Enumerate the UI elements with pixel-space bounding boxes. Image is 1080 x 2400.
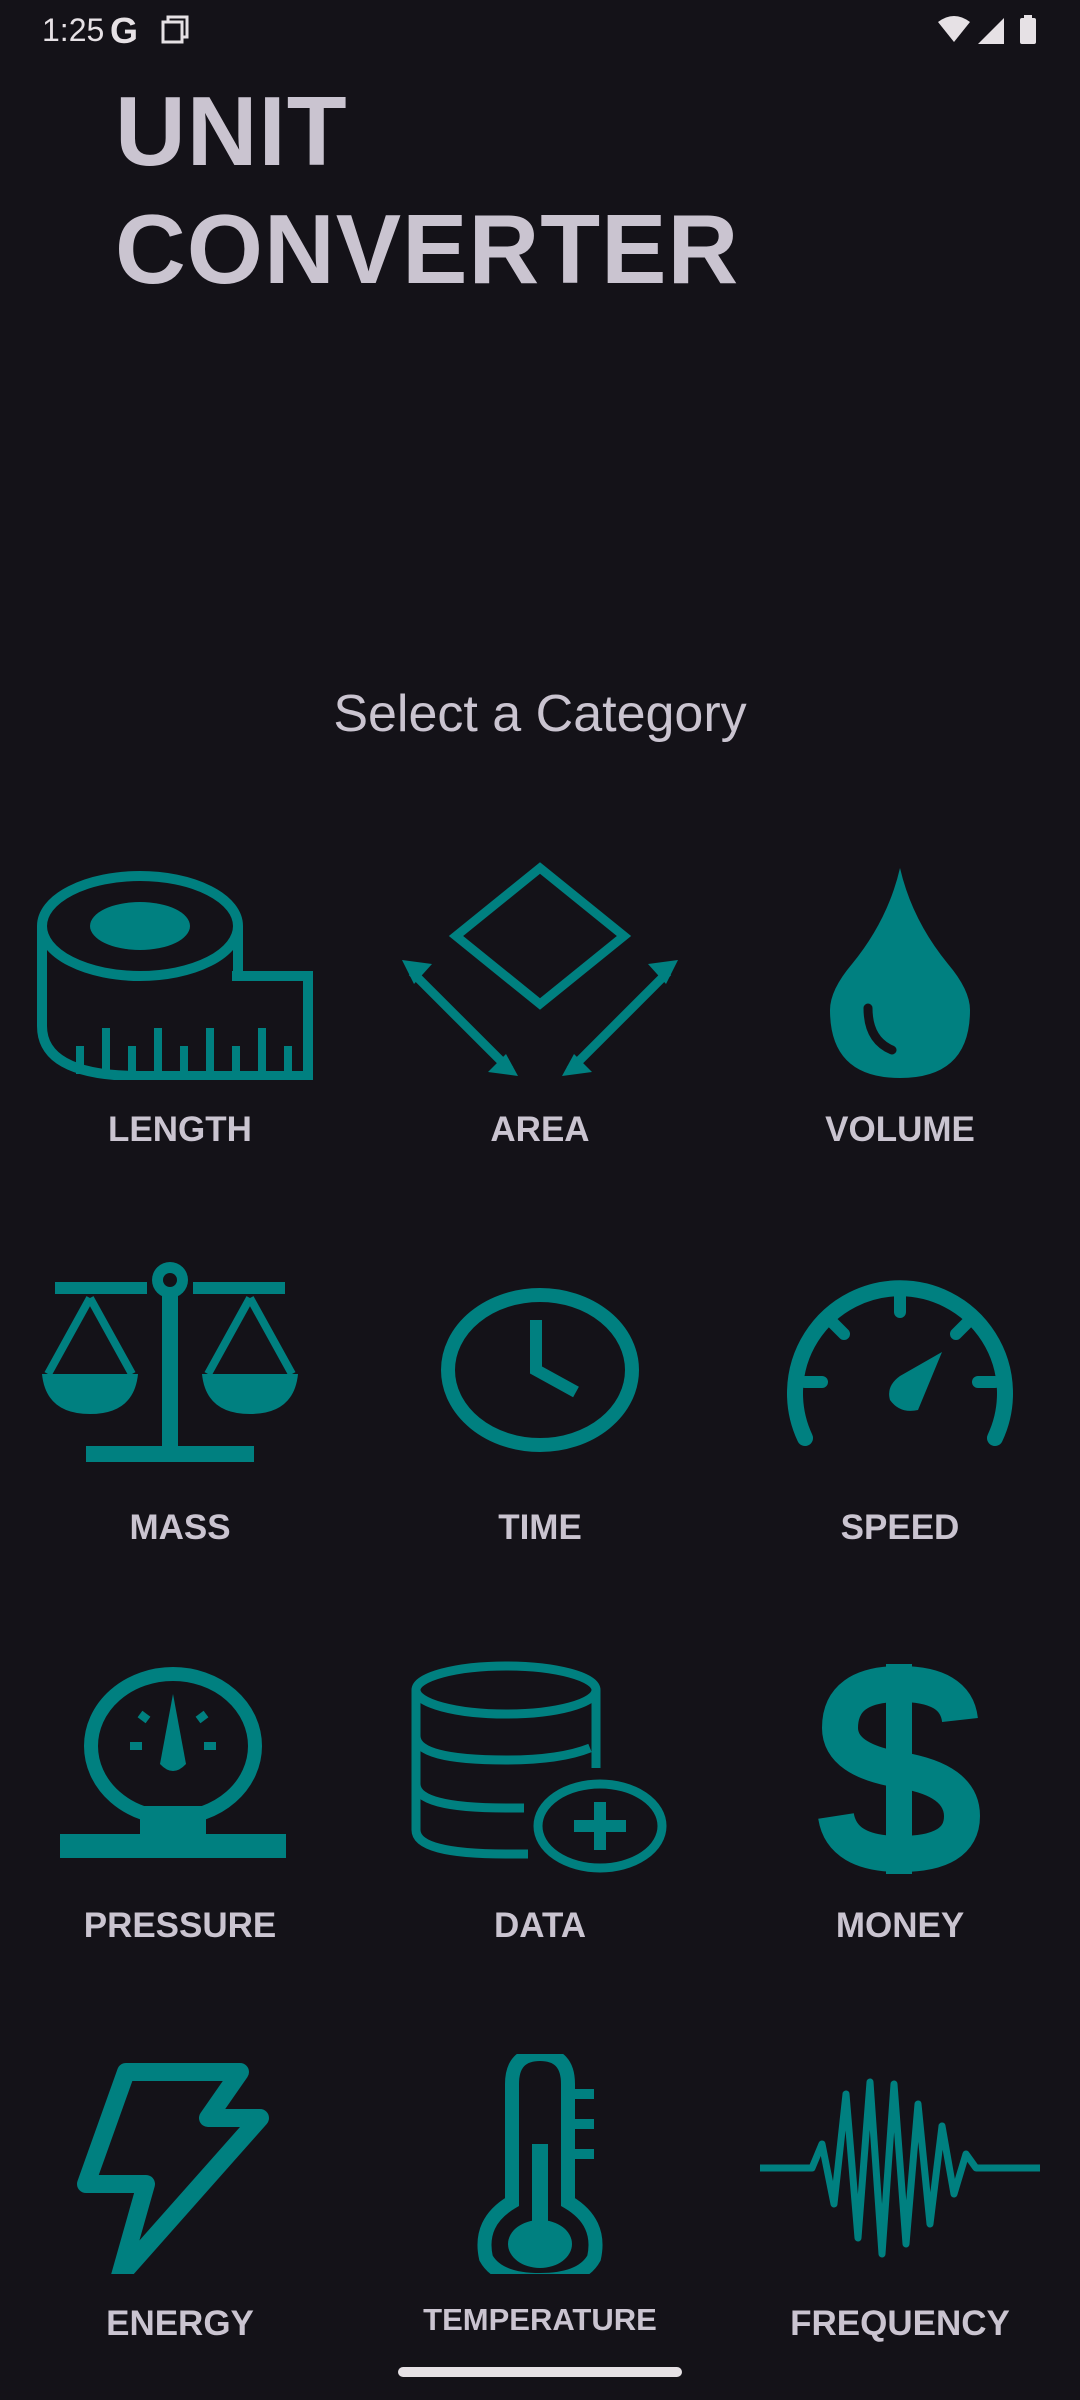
area-square-icon — [390, 860, 690, 1080]
category-label: MASS — [129, 1508, 231, 1547]
select-category-heading: Select a Category — [333, 685, 747, 743]
category-energy[interactable]: ENERGY — [0, 2034, 360, 2400]
category-label: MONEY — [835, 1906, 965, 1945]
battery-icon — [1020, 15, 1036, 44]
speedometer-icon — [750, 1258, 1050, 1478]
database-plus-icon — [390, 1656, 690, 1876]
category-label: TEMPERATURE — [423, 2302, 657, 2337]
water-drop-icon — [750, 860, 1050, 1080]
category-label: PRESSURE — [83, 1906, 277, 1945]
status-icons — [938, 15, 1036, 44]
category-data[interactable]: DATA — [360, 1636, 720, 2016]
category-speed[interactable]: SPEED — [720, 1238, 1080, 1618]
screenshot-notification-icon — [161, 15, 189, 44]
category-mass[interactable]: MASS — [0, 1238, 360, 1618]
category-temperature[interactable]: TEMPERATURE — [360, 2034, 720, 2400]
thermometer-icon — [390, 2054, 690, 2274]
category-label: VOLUME — [825, 1110, 975, 1149]
category-time[interactable]: TIME — [360, 1238, 720, 1618]
category-label: SPEED — [840, 1508, 960, 1547]
category-label: FREQUENCY — [790, 2304, 1010, 2343]
lightning-bolt-icon — [30, 2054, 330, 2274]
category-length[interactable]: LENGTH — [0, 840, 360, 1220]
app-title-line2: CONVERTER — [115, 194, 740, 304]
status-bar: 1:25 G — [0, 0, 1080, 60]
app-title-line1: UNIT — [115, 76, 348, 186]
category-pressure[interactable]: PRESSURE — [0, 1636, 360, 2016]
waveform-icon — [750, 2054, 1050, 2274]
category-label: AREA — [490, 1110, 590, 1149]
category-label: LENGTH — [108, 1110, 252, 1149]
status-time: 1:25 — [42, 12, 105, 48]
gesture-navigation-handle[interactable] — [398, 2367, 682, 2377]
unit-converter-screen: 1:25 G UNIT CONVERTER Select a Category — [0, 0, 1080, 2400]
app-title: UNIT CONVERTER — [115, 72, 739, 308]
category-money[interactable]: MONEY — [720, 1636, 1080, 2016]
dollar-icon — [750, 1656, 1050, 1876]
balance-scale-icon — [30, 1258, 330, 1478]
wifi-icon — [938, 16, 970, 42]
category-area[interactable]: AREA — [360, 840, 720, 1220]
google-icon: G — [110, 10, 139, 51]
tape-measure-icon — [30, 860, 330, 1080]
signal-icon — [978, 18, 1004, 44]
pressure-gauge-icon — [30, 1656, 330, 1876]
clock-icon — [390, 1258, 690, 1478]
category-volume[interactable]: VOLUME — [720, 840, 1080, 1220]
category-label: DATA — [493, 1906, 586, 1945]
category-label: TIME — [498, 1508, 582, 1547]
category-frequency[interactable]: FREQUENCY — [720, 2034, 1080, 2400]
category-label: ENERGY — [106, 2304, 254, 2343]
